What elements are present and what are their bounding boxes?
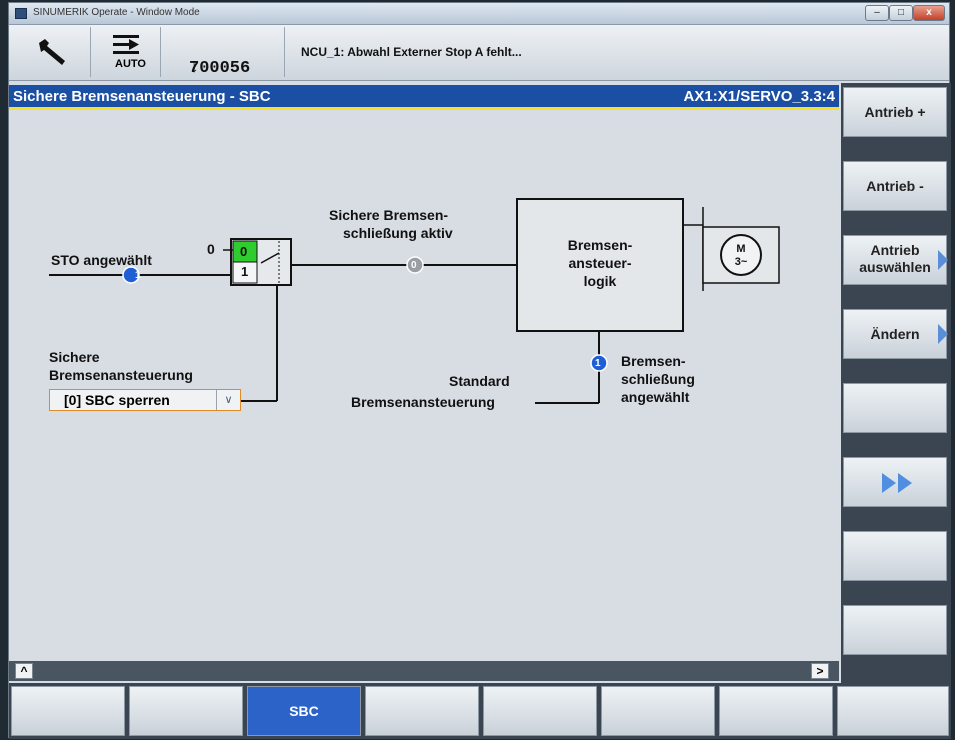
softkey-antrieb-plus[interactable]: Antrieb + bbox=[843, 87, 947, 137]
softkey-more[interactable] bbox=[843, 457, 947, 507]
chevron-down-icon[interactable]: ∨ bbox=[216, 390, 240, 410]
submenu-arrow-icon bbox=[938, 324, 948, 344]
hsoftkey-2[interactable] bbox=[129, 686, 243, 736]
safe-ctrl-label-1: Sichere bbox=[49, 349, 100, 365]
mode-indicator: AUTO bbox=[91, 27, 161, 77]
minimize-button[interactable]: – bbox=[865, 5, 889, 21]
motor-label-2: 3~ bbox=[734, 256, 748, 268]
hsoftkey-sbc[interactable]: SBC bbox=[247, 686, 361, 736]
sto-label: STO angewählt bbox=[51, 252, 152, 268]
brake-logic-label-2: ansteuer- bbox=[568, 255, 632, 271]
softkey-label-2: auswählen bbox=[859, 259, 931, 275]
wrench-icon bbox=[39, 39, 65, 65]
sto-value: 1 bbox=[135, 270, 141, 281]
auto-mode-icon bbox=[113, 35, 139, 54]
mode-label: AUTO bbox=[115, 58, 146, 70]
sbc-active-label-1: Sichere Bremsen- bbox=[329, 207, 449, 223]
brake-logic-label-3: logik bbox=[583, 273, 617, 289]
vertical-softkey-bar: Antrieb + Antrieb - Antrieb auswählen Än… bbox=[841, 83, 951, 683]
std-label-1: Standard bbox=[449, 373, 510, 389]
hsoftkey-1[interactable] bbox=[11, 686, 125, 736]
hsoftkey-6[interactable] bbox=[601, 686, 715, 736]
sbc-diagram bbox=[49, 198, 780, 404]
app-icon bbox=[15, 8, 27, 19]
softkey-antrieb-minus[interactable]: Antrieb - bbox=[843, 161, 947, 211]
diagram-panel: 1 0 1 STO angewählt 0 0 1 Sichere Bremse… bbox=[9, 113, 839, 661]
status-header: AUTO 700056 ↓ NCU_1: Abwahl Externer Sto… bbox=[9, 25, 949, 81]
softkey-label: Antrieb bbox=[870, 242, 920, 258]
program-marker: ↓ bbox=[189, 59, 200, 78]
sbc-select[interactable]: [0] SBC sperren ∨ bbox=[49, 389, 241, 411]
axis-label: AX1:X1/SERVO_3.3:4 bbox=[683, 88, 835, 105]
submenu-arrow-icon bbox=[938, 250, 948, 270]
brake-sel-value: 1 bbox=[595, 358, 601, 369]
maximize-button[interactable]: □ bbox=[889, 5, 913, 21]
std-label-2: Bremsenansteuerung bbox=[351, 394, 495, 410]
window-title: SINUMERIK Operate - Window Mode bbox=[33, 7, 200, 18]
brake-sel-label-1: Bremsen- bbox=[621, 353, 686, 369]
softkey-empty-7[interactable] bbox=[843, 531, 947, 581]
wrench-button[interactable] bbox=[13, 27, 91, 77]
app-window: SINUMERIK Operate - Window Mode – □ x AU… bbox=[8, 2, 951, 739]
softkey-label: Antrieb - bbox=[866, 178, 924, 194]
softkey-antrieb-auswaehlen[interactable]: Antrieb auswählen bbox=[843, 235, 948, 285]
hsoftkey-4[interactable] bbox=[365, 686, 479, 736]
softkey-label: Ändern bbox=[870, 326, 920, 342]
horizontal-scrollbar[interactable]: ^ > bbox=[9, 661, 839, 681]
horizontal-softkey-bar: SBC bbox=[9, 683, 951, 739]
page-title-bar: Sichere Bremsenansteuerung - SBC AX1:X1/… bbox=[9, 85, 839, 110]
program-field: 700056 ↓ bbox=[161, 27, 285, 78]
hsoftkey-8[interactable] bbox=[837, 686, 949, 736]
sbc-active-label-2: schließung aktiv bbox=[343, 225, 453, 241]
hsoftkey-5[interactable] bbox=[483, 686, 597, 736]
softkey-empty-5[interactable] bbox=[843, 383, 947, 433]
close-button[interactable]: x bbox=[913, 5, 945, 21]
softkey-aendern[interactable]: Ändern bbox=[843, 309, 948, 359]
scroll-left-button[interactable]: ^ bbox=[15, 663, 33, 679]
scroll-right-button[interactable]: > bbox=[811, 663, 829, 679]
switch-zero-label: 0 bbox=[207, 241, 215, 257]
brake-sel-label-2: schließung bbox=[621, 371, 695, 387]
hsoftkey-7[interactable] bbox=[719, 686, 833, 736]
double-arrow-right-icon bbox=[882, 473, 912, 493]
switch-bottom-value: 1 bbox=[241, 264, 249, 279]
brake-logic-label-1: Bremsen- bbox=[567, 237, 633, 253]
softkey-empty-8[interactable] bbox=[843, 605, 947, 655]
sbc-active-value: 0 bbox=[411, 260, 417, 271]
softkey-label: Antrieb + bbox=[864, 104, 926, 120]
switch-top-value: 0 bbox=[240, 244, 248, 259]
sbc-select-value: [0] SBC sperren bbox=[64, 392, 170, 408]
alarm-text: NCU_1: Abwahl Externer Stop A fehlt... bbox=[301, 45, 522, 59]
alarm-line[interactable]: NCU_1: Abwahl Externer Stop A fehlt... bbox=[285, 27, 845, 77]
window-titlebar: SINUMERIK Operate - Window Mode – □ x bbox=[9, 3, 949, 25]
safe-ctrl-label-2: Bremsenansteuerung bbox=[49, 367, 193, 383]
page-title: Sichere Bremsenansteuerung - SBC bbox=[13, 88, 271, 105]
brake-sel-label-3: angewählt bbox=[621, 389, 690, 405]
